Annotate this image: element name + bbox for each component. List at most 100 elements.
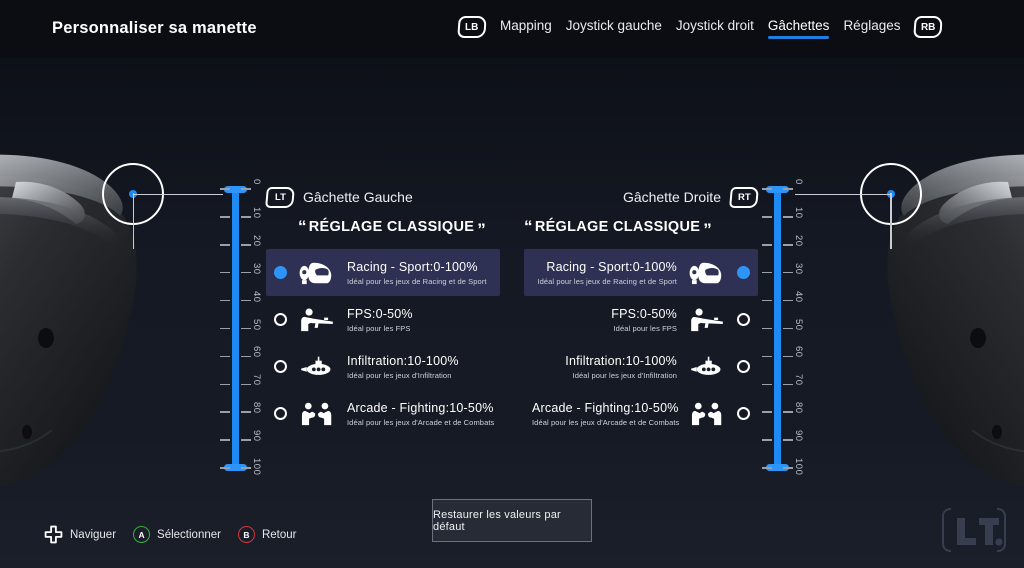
leader-line-right-horizontal: [795, 193, 891, 195]
preset-option-row[interactable]: Infiltration:10-100% Idéal pour les jeux …: [266, 343, 500, 390]
ruler-tick: [783, 383, 793, 386]
page-title: Personnaliser sa manette: [52, 19, 257, 37]
ruler-tick: [241, 327, 251, 330]
ruler-tick-label: 70: [793, 374, 804, 386]
b-button-label: B: [243, 529, 250, 540]
lt-watermark-logo: [942, 508, 1006, 552]
ruler-tick: [220, 244, 230, 246]
preset-text: Racing - Sport:0-100% Idéal pour les jeux…: [341, 260, 492, 286]
preset-option-row[interactable]: Arcade - Fighting:10-50% Idéal pour les j…: [266, 390, 500, 437]
right-bumper-icon: RB: [913, 16, 944, 38]
fighting-icon: [301, 402, 332, 425]
tab-joystick-droit[interactable]: Joystick droit: [676, 18, 754, 37]
preset-title: Arcade - Fighting:10-50%: [532, 400, 679, 415]
helmet-icon: [299, 262, 332, 284]
preset-subtitle: Idéal pour les jeux d'Arcade et de Comba…: [532, 417, 680, 427]
radio-button[interactable]: [274, 313, 287, 326]
right-trigger-panel: Gâchette Droite RT “RÉGLAGE CLASSIQUE” R…: [524, 186, 759, 437]
preset-option-row[interactable]: Racing - Sport:0-100% Idéal pour les jeux…: [524, 249, 758, 296]
left-bumper-icon: LB: [457, 16, 487, 38]
preset-icon: [297, 258, 337, 288]
preset-icon: [297, 352, 337, 382]
hint-navigate-label: Naviguer: [70, 528, 117, 541]
ruler-tick: [220, 271, 230, 274]
preset-title: FPS:0-50%: [611, 306, 677, 321]
button-hints: Naviguer A Sélectionner B Retour: [44, 525, 297, 544]
preset-text: Arcade - Fighting:10-50% Idéal pour les j…: [341, 400, 495, 427]
ruler-tick: [241, 411, 251, 413]
right-preset-label: RÉGLAGE CLASSIQUE: [534, 219, 701, 235]
preset-title: FPS:0-50%: [347, 306, 413, 321]
radio-button[interactable]: [274, 266, 287, 279]
radio-button[interactable]: [737, 266, 750, 279]
right-trigger-title: Gâchette Droite: [622, 189, 721, 205]
ruler-tick: [762, 244, 772, 246]
ruler-tick-label: 100: [251, 458, 262, 476]
rt-badge-label: RT: [737, 191, 751, 203]
ruler-tick: [783, 327, 793, 330]
ruler-tick: [220, 467, 230, 469]
preset-subtitle: Idéal pour les jeux d'Arcade et de Comba…: [347, 417, 495, 427]
dpad-icon: [44, 525, 63, 544]
ruler-tick: [762, 467, 772, 469]
tab-joystick-gauche[interactable]: Joystick gauche: [566, 18, 662, 37]
tab-gachettes[interactable]: Gâchettes: [767, 18, 829, 39]
leader-line-left-vertical: [132, 193, 134, 249]
radio-button[interactable]: [737, 407, 750, 420]
main-nav: LB Mapping Joystick gauche Joystick droi…: [457, 16, 944, 39]
preset-subtitle: Idéal pour les FPS: [347, 323, 411, 333]
quote-open-left: “: [297, 217, 307, 236]
radio-button[interactable]: [274, 360, 287, 373]
preset-option-row[interactable]: Racing - Sport:0-100% Idéal pour les jeux…: [266, 249, 500, 296]
left-preset-name: “RÉGLAGE CLASSIQUE”: [266, 217, 500, 240]
ruler-tick-label: 10: [793, 206, 804, 219]
ruler-tick-label: 60: [251, 346, 262, 358]
lt-badge-icon: LT: [265, 186, 295, 208]
shooter-icon: [691, 308, 723, 331]
preset-subtitle: Idéal pour les jeux de Racing et de Spor…: [347, 276, 487, 286]
ruler-tick-label: 50: [793, 318, 804, 331]
radio-button[interactable]: [737, 313, 750, 326]
ruler-tick: [220, 383, 230, 386]
ruler-tick: [241, 188, 251, 190]
preset-icon: [297, 399, 337, 429]
tab-mapping[interactable]: Mapping: [500, 18, 552, 37]
submarine-icon: [301, 356, 331, 375]
ruler-tick: [783, 439, 793, 441]
ruler-bar-left: [232, 186, 239, 471]
rt-badge-icon: RT: [729, 186, 759, 208]
preset-subtitle: Idéal pour les FPS: [613, 323, 677, 333]
tab-reglages[interactable]: Réglages: [843, 18, 900, 37]
preset-text: Racing - Sport:0-100% Idéal pour les jeux…: [532, 260, 683, 286]
submarine-icon: [691, 356, 721, 375]
preset-icon: [297, 305, 337, 335]
preset-option-row[interactable]: Infiltration:10-100% Idéal pour les jeux …: [524, 343, 758, 390]
ruler-tick-label: 10: [251, 206, 262, 219]
ruler-tick: [241, 383, 251, 386]
ruler-tick: [220, 188, 230, 190]
ruler-tick: [783, 467, 793, 469]
preset-option-row[interactable]: Arcade - Fighting:10-50% Idéal pour les j…: [524, 390, 758, 437]
preset-icon: [687, 258, 727, 288]
ruler-tick-label: 40: [793, 290, 804, 303]
ruler-tick: [220, 355, 230, 358]
top-bar: Personnaliser sa manette LB Mapping Joys…: [0, 0, 1024, 58]
ruler-tick: [783, 188, 793, 190]
preset-option-row[interactable]: FPS:0-50% Idéal pour les FPS: [266, 296, 500, 343]
ruler-tick-label: 50: [251, 318, 262, 331]
ruler-tick: [241, 355, 251, 358]
radio-button[interactable]: [737, 360, 750, 373]
preset-text: Infiltration:10-100% Idéal pour les jeux …: [341, 354, 492, 380]
ruler-tick-label: 20: [793, 234, 804, 247]
hint-select: A Sélectionner: [133, 526, 221, 543]
hint-back-label: Retour: [261, 528, 297, 541]
preset-title: Arcade - Fighting:10-50%: [347, 400, 494, 415]
preset-title: Infiltration:10-100%: [565, 353, 677, 368]
ruler-tick: [220, 439, 230, 441]
radio-button[interactable]: [274, 407, 287, 420]
restore-defaults-button[interactable]: Restaurer les valeurs par défaut: [432, 499, 592, 542]
preset-option-row[interactable]: FPS:0-50% Idéal pour les FPS: [524, 296, 758, 343]
leader-line-right-vertical: [890, 193, 892, 249]
preset-text: FPS:0-50% Idéal pour les FPS: [532, 307, 683, 333]
lt-badge-label: LT: [274, 191, 286, 203]
